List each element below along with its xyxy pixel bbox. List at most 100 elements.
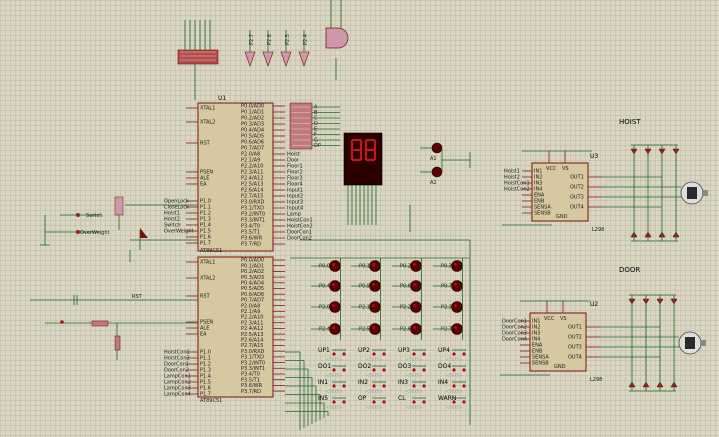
matrix-led [369,323,381,335]
net-label: OverWeight [164,229,193,235]
pin-label: OUT1 [568,325,582,331]
push-button[interactable] [422,352,426,356]
button-label: DO3 [398,363,411,370]
led-label-a2: A2 [430,180,437,186]
button-grid: UP1<TEXT>UP2<TEXT>UP3<TEXT>UP4<TEXT>DO1<… [285,347,466,430]
push-button[interactable] [452,384,456,388]
text-placeholder: <TEXT> [326,389,343,394]
button-label: IN2 [358,379,368,386]
push-button[interactable] [332,384,336,388]
matrix-led-label: P2.4 [319,327,330,333]
matrix-led-label: P0.2 [400,264,411,270]
button-label: IN1 [318,379,328,386]
matrix-led-highlight [372,283,375,286]
button-label: IN5 [318,395,328,402]
matrix-led [329,260,341,272]
text-placeholder: <TEXT> [366,405,383,410]
text-placeholder: <TEXT> [406,405,423,410]
text-placeholder: <TEXT> [406,373,423,378]
chip-part: L298 [590,377,602,383]
push-button[interactable] [412,384,416,388]
pin-label: GND [554,364,566,370]
matrix-led-label: P2.0 [319,305,330,311]
matrix-led-label: P0.7 [441,284,452,290]
matrix-led-highlight [454,304,457,307]
push-button[interactable] [342,400,346,404]
matrix-led [410,260,422,272]
pin-label: VS [560,316,567,322]
push-button[interactable] [382,384,386,388]
text-placeholder: <TEXT> [366,373,383,378]
chip-designator-u2: U2 [590,301,598,308]
button-label: UP3 [398,347,410,354]
push-button[interactable] [332,368,336,372]
push-button[interactable] [382,352,386,356]
push-button[interactable] [462,384,466,388]
push-button[interactable] [372,384,376,388]
pin-label: XTAL1 [200,106,215,112]
switch-label: Switch [86,213,103,219]
push-button[interactable] [372,368,376,372]
pin-label: P3.7/RD [241,389,261,395]
top-buffers: P2.7 P2.6 P2.5 P2.4 [244,30,310,67]
button-label: OP [358,395,367,402]
matrix-led-label: P2.5 [359,327,370,333]
resistor-label: DP [314,143,321,149]
push-button[interactable] [332,352,336,356]
button-label: DO1 [318,363,331,370]
pin-label: RST [200,294,211,300]
matrix-led-label: P2.7 [441,327,452,333]
text-placeholder: <TEXT> [326,405,343,410]
top-resistor-pack [177,20,219,100]
button-label: DO4 [438,363,451,370]
push-button[interactable] [422,384,426,388]
pin-label: P3.7/RD [241,242,261,248]
matrix-led-label: P0.5 [359,284,370,290]
push-button[interactable] [412,352,416,356]
push-button[interactable] [412,368,416,372]
seven-segment-display [343,132,383,225]
push-button[interactable] [422,400,426,404]
pin-label: P1.7 [200,241,211,247]
matrix-led [451,301,463,313]
matrix-led-label: P0.0 [319,264,330,270]
push-button[interactable] [342,368,346,372]
rst-label: RST [132,294,143,300]
push-button[interactable] [452,352,456,356]
button-label: DO2 [358,363,371,370]
push-button[interactable] [462,352,466,356]
button-label: UP1 [318,347,330,354]
net-label: P2.5 [285,34,291,45]
matrix-led-label: P2.3 [441,305,452,311]
push-button[interactable] [342,384,346,388]
matrix-led [451,323,463,335]
push-button[interactable] [462,400,466,404]
pin-label: RST [200,141,211,147]
matrix-led-highlight [372,304,375,307]
pin-label: XTAL2 [200,120,215,126]
push-button[interactable] [342,352,346,356]
push-button[interactable] [452,400,456,404]
motor-driver-hoist: IN1IN2IN3IN4ENAENBSENSASENSBOUT1OUT2OUT3… [502,144,708,242]
matrix-led-highlight [332,263,335,266]
matrix-led [369,260,381,272]
matrix-led-highlight [413,304,416,307]
push-button[interactable] [462,368,466,372]
push-button[interactable] [382,400,386,404]
matrix-led-highlight [332,326,335,329]
motor-core [687,187,697,199]
matrix-led [329,323,341,335]
push-button[interactable] [452,368,456,372]
push-button[interactable] [372,352,376,356]
net-label: P2.6 [267,34,273,45]
push-button[interactable] [372,400,376,404]
push-button[interactable] [412,400,416,404]
net-label: P2.4 [303,34,309,45]
pin-label: OUT2 [570,185,584,191]
push-button[interactable] [382,368,386,372]
push-button[interactable] [422,368,426,372]
net-label: DoorCon2 [287,236,312,242]
push-button[interactable] [332,400,336,404]
matrix-led [369,280,381,292]
motor-driver-door: IN1IN2IN3IN4ENAENBSENSASENSBOUT1OUT2OUT3… [500,294,706,392]
